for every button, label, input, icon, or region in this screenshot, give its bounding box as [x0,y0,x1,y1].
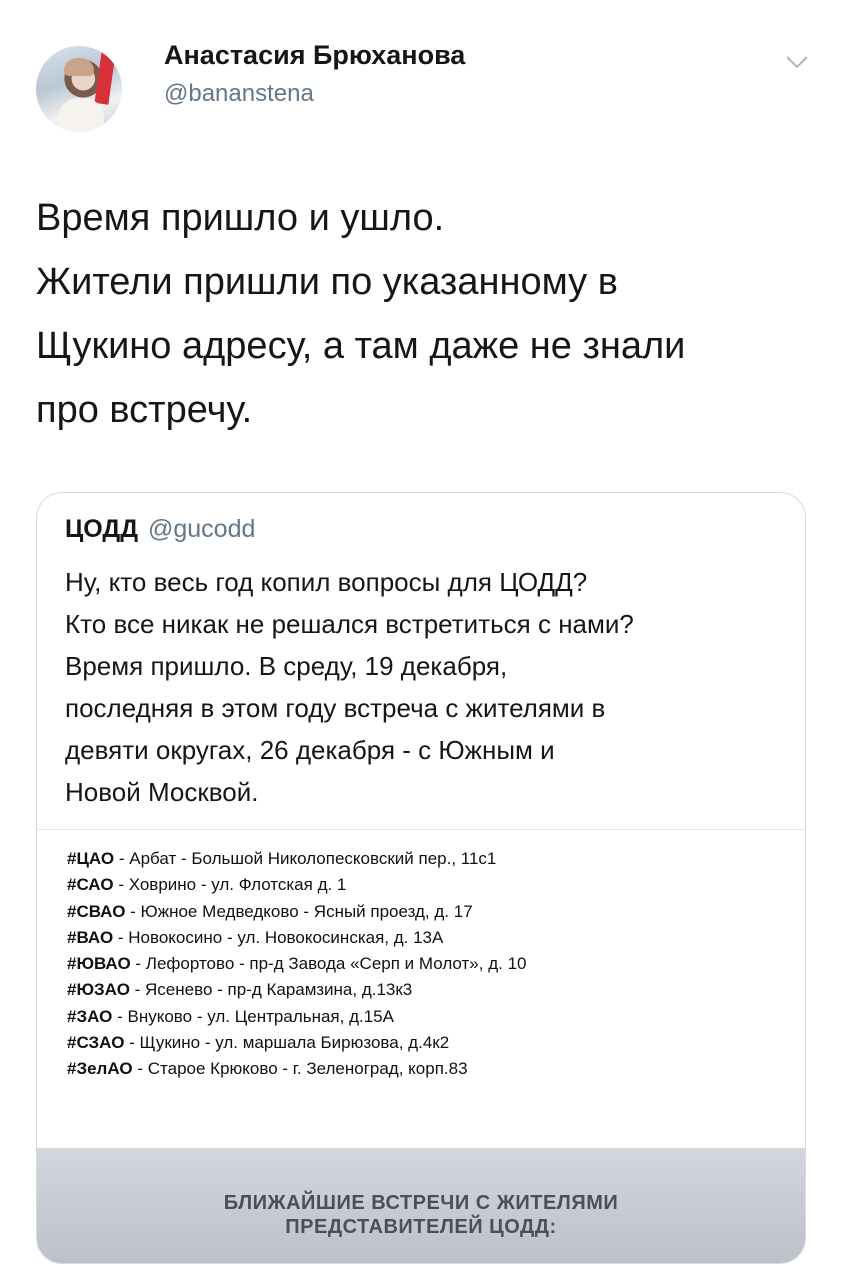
district-tag: #ВАО [67,927,114,947]
address-row: #ЮЗАО - Ясенево - пр-д Карамзина, д.13к3 [67,977,787,1003]
quoted-line: Ну, кто весь год копил вопросы для ЦОДД? [65,567,588,597]
address-text: - Старое Крюково - г. Зеленоград, корп.8… [132,1059,468,1079]
address-row: #САО - Ховрино - ул. Флотская д. 1 [67,872,787,898]
author-handle[interactable]: @bananstena [164,80,314,108]
quoted-line: последняя в этом году встреча с жителями… [65,693,606,723]
address-row: #ВАО - Новокосино - ул. Новокосинская, д… [67,925,787,951]
tweet-line: Жители пришли по указанному в [36,261,618,303]
district-tag: #ЮВАО [67,954,131,974]
chevron-down-icon[interactable] [784,52,810,72]
quoted-author-name: ЦОДД [65,515,138,543]
avatar[interactable] [36,46,122,132]
address-row: #ЗАО - Внуково - ул. Центральная, д.15А [67,1004,787,1030]
district-tag: #ЮЗАО [67,980,130,1000]
address-text: - Арбат - Большой Николопесковский пер.,… [114,849,497,868]
quoted-text: Ну, кто весь год копил вопросы для ЦОДД?… [65,561,789,813]
image-banner: БЛИЖАЙШИЕ ВСТРЕЧИ С ЖИТЕЛЯМИ ПРЕДСТАВИТЕ… [37,1148,805,1263]
district-tag: #СЗАО [67,1033,125,1053]
quoted-line: девяти округах, 26 декабря - с Южным и [65,735,555,765]
district-tag: #ЦАО [67,849,115,868]
quoted-line: Новой Москвой. [65,777,259,807]
quoted-author-handle: @gucodd [148,515,256,543]
address-row: #ЗелАО - Старое Крюково - г. Зеленоград,… [67,1056,787,1082]
address-text: - Южное Медведково - Ясный проезд, д. 17 [125,901,473,921]
tweet-line: Щукино адресу, а там даже не знали [36,325,686,367]
address-text: - Ховрино - ул. Флотская д. 1 [113,875,347,895]
address-text: - Ясенево - пр-д Карамзина, д.13к3 [129,980,413,1000]
district-tag: #ЗАО [67,1006,113,1026]
tweet-line: про встречу. [36,389,253,431]
quoted-media-image[interactable]: #ЦАО - Арбат - Большой Николопесковский … [37,829,805,1263]
address-row: #ЦАО - Арбат - Большой Николопесковский … [67,846,787,872]
banner-line-2: ПРЕДСТАВИТЕЛЕЙ ЦОДД: [285,1216,557,1238]
banner-line-1: БЛИЖАЙШИЕ ВСТРЕЧИ С ЖИТЕЛЯМИ [223,1192,619,1214]
tweet-line: Время пришло и ушло. [36,197,445,239]
avatar-figure [58,98,104,132]
address-row: #СВАО - Южное Медведково - Ясный проезд,… [67,899,787,925]
quoted-tweet[interactable]: ЦОДД @gucodd Ну, кто весь год копил вопро… [36,492,806,1264]
address-text: - Новокосино - ул. Новокосинская, д. 13А [113,927,444,947]
address-text: - Лефортово - пр-д Завода «Серп и Молот»… [130,954,527,974]
address-list: #ЦАО - Арбат - Большой Николопесковский … [67,846,787,1083]
address-row: #СЗАО - Щукино - ул. маршала Бирюзова, д… [67,1030,787,1056]
avatar-hat [64,58,94,76]
district-tag: #СВАО [67,901,126,921]
quoted-header: ЦОДД @gucodd [65,515,255,544]
district-tag: #САО [67,875,114,895]
tweet-text: Время пришло и ушло. Жители пришли по ук… [36,186,816,442]
address-row: #ЮВАО - Лефортово - пр-д Завода «Серп и … [67,951,787,977]
address-text: - Щукино - ул. маршала Бирюзова, д.4к2 [124,1033,450,1053]
avatar-flag [94,51,116,105]
quoted-line: Кто все никак не решался встретиться с н… [65,609,634,639]
district-tag: #ЗелАО [67,1059,133,1079]
author-name[interactable]: Анастасия Брюханова [164,40,465,71]
address-text: - Внуково - ул. Центральная, д.15А [112,1006,394,1026]
quoted-line: Время пришло. В среду, 19 декабря, [65,651,508,681]
